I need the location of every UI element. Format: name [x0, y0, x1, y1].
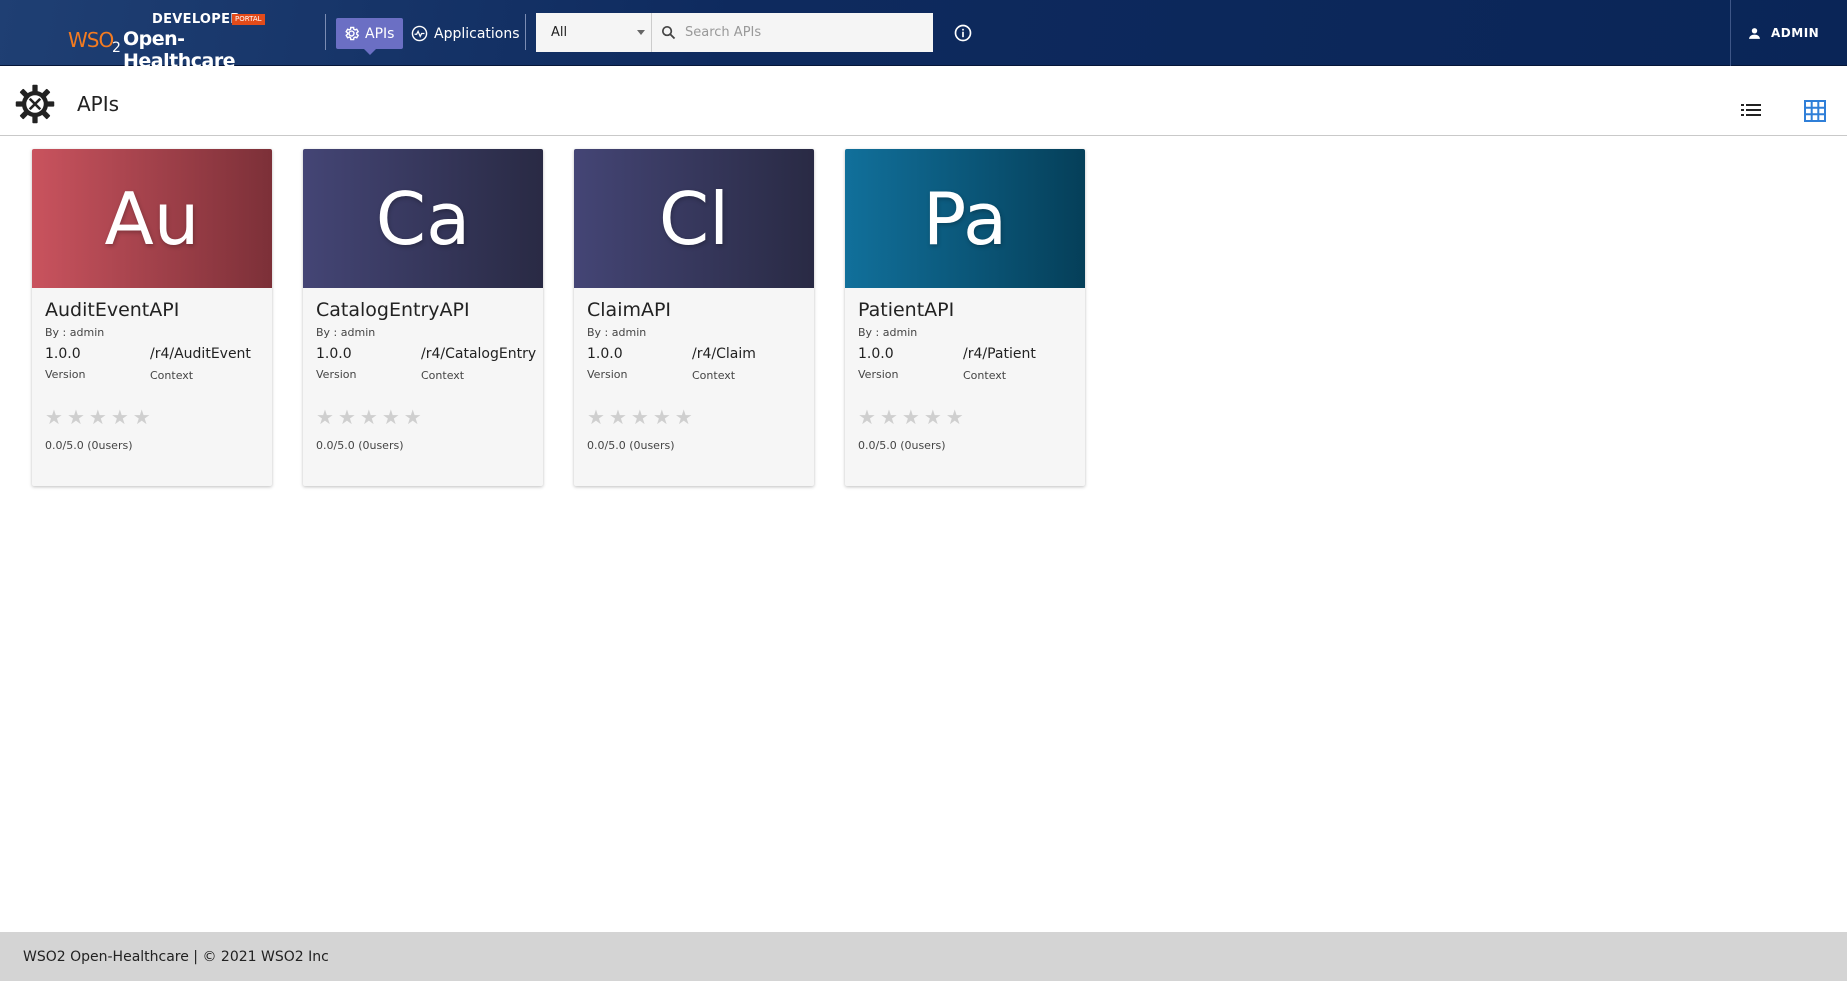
star-icon[interactable]: ★ — [89, 407, 107, 427]
api-context: /r4/AuditEvent — [150, 346, 251, 362]
star-icon[interactable]: ★ — [67, 407, 85, 427]
star-icon[interactable]: ★ — [587, 407, 605, 427]
api-version-label: Version — [587, 368, 628, 381]
gear-tools-icon — [15, 84, 55, 124]
nav-apis-button[interactable]: APIs — [336, 18, 404, 55]
api-context-label: Context — [421, 369, 465, 382]
star-icon[interactable]: ★ — [404, 407, 422, 427]
api-version: 1.0.0 — [316, 346, 352, 362]
api-version: 1.0.0 — [587, 346, 623, 362]
api-author: By : admin — [858, 326, 918, 339]
api-version: 1.0.0 — [858, 346, 894, 362]
api-context-label: Context — [150, 369, 194, 382]
api-card[interactable]: Cl ClaimAPI By : admin 1.0.0 Version /r4… — [574, 149, 814, 486]
star-icon[interactable]: ★ — [316, 407, 334, 427]
nav-applications-label: Applications — [434, 25, 520, 42]
nav-divider — [325, 14, 326, 50]
search-icon — [661, 25, 676, 40]
api-author: By : admin — [45, 326, 105, 339]
user-divider — [1730, 0, 1731, 66]
page-title-bar: APIs — [0, 66, 1847, 136]
logo-portal-badge: PORTAL — [232, 14, 265, 25]
list-view-icon[interactable] — [1740, 101, 1762, 119]
star-icon[interactable]: ★ — [675, 407, 693, 427]
page-title: APIs — [77, 92, 120, 116]
api-name[interactable]: ClaimAPI — [587, 299, 671, 321]
page-footer: WSO2 Open-Healthcare | © 2021 WSO2 Inc — [0, 932, 1847, 981]
top-header: DEVELOPER PORTAL WSO 2 Open-Healthcare A… — [0, 0, 1847, 72]
nav-apis-label: APIs — [365, 25, 395, 42]
api-context: /r4/Patient — [963, 346, 1036, 362]
gear-icon — [345, 26, 360, 41]
person-icon — [1749, 27, 1760, 39]
search-filter-select[interactable]: All — [536, 13, 652, 52]
logo-wso-text: WSO — [68, 28, 114, 52]
grid-view-icon[interactable] — [1804, 100, 1826, 122]
api-version: 1.0.0 — [45, 346, 81, 362]
api-version-label: Version — [45, 368, 86, 381]
api-name[interactable]: AuditEventAPI — [45, 299, 179, 321]
footer-text: WSO2 Open-Healthcare | © 2021 WSO2 Inc — [23, 948, 329, 965]
api-name[interactable]: CatalogEntryAPI — [316, 299, 470, 321]
logo-developer-text: DEVELOPER — [152, 12, 241, 27]
star-icon[interactable]: ★ — [924, 407, 942, 427]
api-author: By : admin — [587, 326, 647, 339]
star-icon[interactable]: ★ — [338, 407, 356, 427]
star-icon[interactable]: ★ — [902, 407, 920, 427]
api-card[interactable]: Ca CatalogEntryAPI By : admin 1.0.0 Vers… — [303, 149, 543, 486]
star-icon[interactable]: ★ — [858, 407, 876, 427]
star-rating[interactable]: ★ ★ ★ ★ ★ — [587, 407, 693, 427]
api-version-label: Version — [316, 368, 357, 381]
star-icon[interactable]: ★ — [382, 407, 400, 427]
api-rating-text: 0.0/5.0 (0users) — [587, 439, 675, 452]
star-icon[interactable]: ★ — [45, 407, 63, 427]
star-icon[interactable]: ★ — [631, 407, 649, 427]
user-menu-button[interactable]: ADMIN — [1748, 21, 1819, 45]
api-context: /r4/CatalogEntry — [421, 346, 537, 362]
api-card[interactable]: Pa PatientAPI By : admin 1.0.0 Version /… — [845, 149, 1085, 486]
star-icon[interactable]: ★ — [946, 407, 964, 427]
star-icon[interactable]: ★ — [880, 407, 898, 427]
logo-two-text: 2 — [112, 40, 121, 56]
caret-down-icon — [637, 30, 645, 35]
api-rating-text: 0.0/5.0 (0users) — [45, 439, 133, 452]
info-icon — [954, 24, 972, 42]
user-label: ADMIN — [1771, 26, 1820, 40]
api-thumbnail[interactable]: Au — [32, 149, 272, 288]
api-card[interactable]: Au AuditEventAPI By : admin 1.0.0 Versio… — [32, 149, 272, 486]
search-divider — [525, 14, 526, 50]
api-context-label: Context — [963, 369, 1007, 382]
api-author: By : admin — [316, 326, 376, 339]
star-icon[interactable]: ★ — [360, 407, 378, 427]
search-input[interactable] — [685, 25, 925, 40]
activity-icon — [411, 25, 428, 42]
star-icon[interactable]: ★ — [133, 407, 151, 427]
info-button[interactable] — [953, 23, 973, 43]
star-rating[interactable]: ★ ★ ★ ★ ★ — [316, 407, 422, 427]
api-name[interactable]: PatientAPI — [858, 299, 954, 321]
api-version-label: Version — [858, 368, 899, 381]
star-rating[interactable]: ★ ★ ★ ★ ★ — [858, 407, 964, 427]
api-thumbnail[interactable]: Pa — [845, 149, 1085, 288]
star-rating[interactable]: ★ ★ ★ ★ ★ — [45, 407, 151, 427]
api-thumbnail[interactable]: Ca — [303, 149, 543, 288]
search-filter-value: All — [551, 25, 568, 40]
api-thumbnail[interactable]: Cl — [574, 149, 814, 288]
star-icon[interactable]: ★ — [609, 407, 627, 427]
search-box — [652, 13, 933, 52]
nav-applications-button[interactable]: Applications — [405, 18, 526, 49]
star-icon[interactable]: ★ — [653, 407, 671, 427]
api-rating-text: 0.0/5.0 (0users) — [316, 439, 404, 452]
wso2-open-healthcare-logo[interactable]: DEVELOPER PORTAL WSO 2 Open-Healthcare — [68, 8, 288, 72]
api-context: /r4/Claim — [692, 346, 756, 362]
api-context-label: Context — [692, 369, 736, 382]
api-rating-text: 0.0/5.0 (0users) — [858, 439, 946, 452]
star-icon[interactable]: ★ — [111, 407, 129, 427]
